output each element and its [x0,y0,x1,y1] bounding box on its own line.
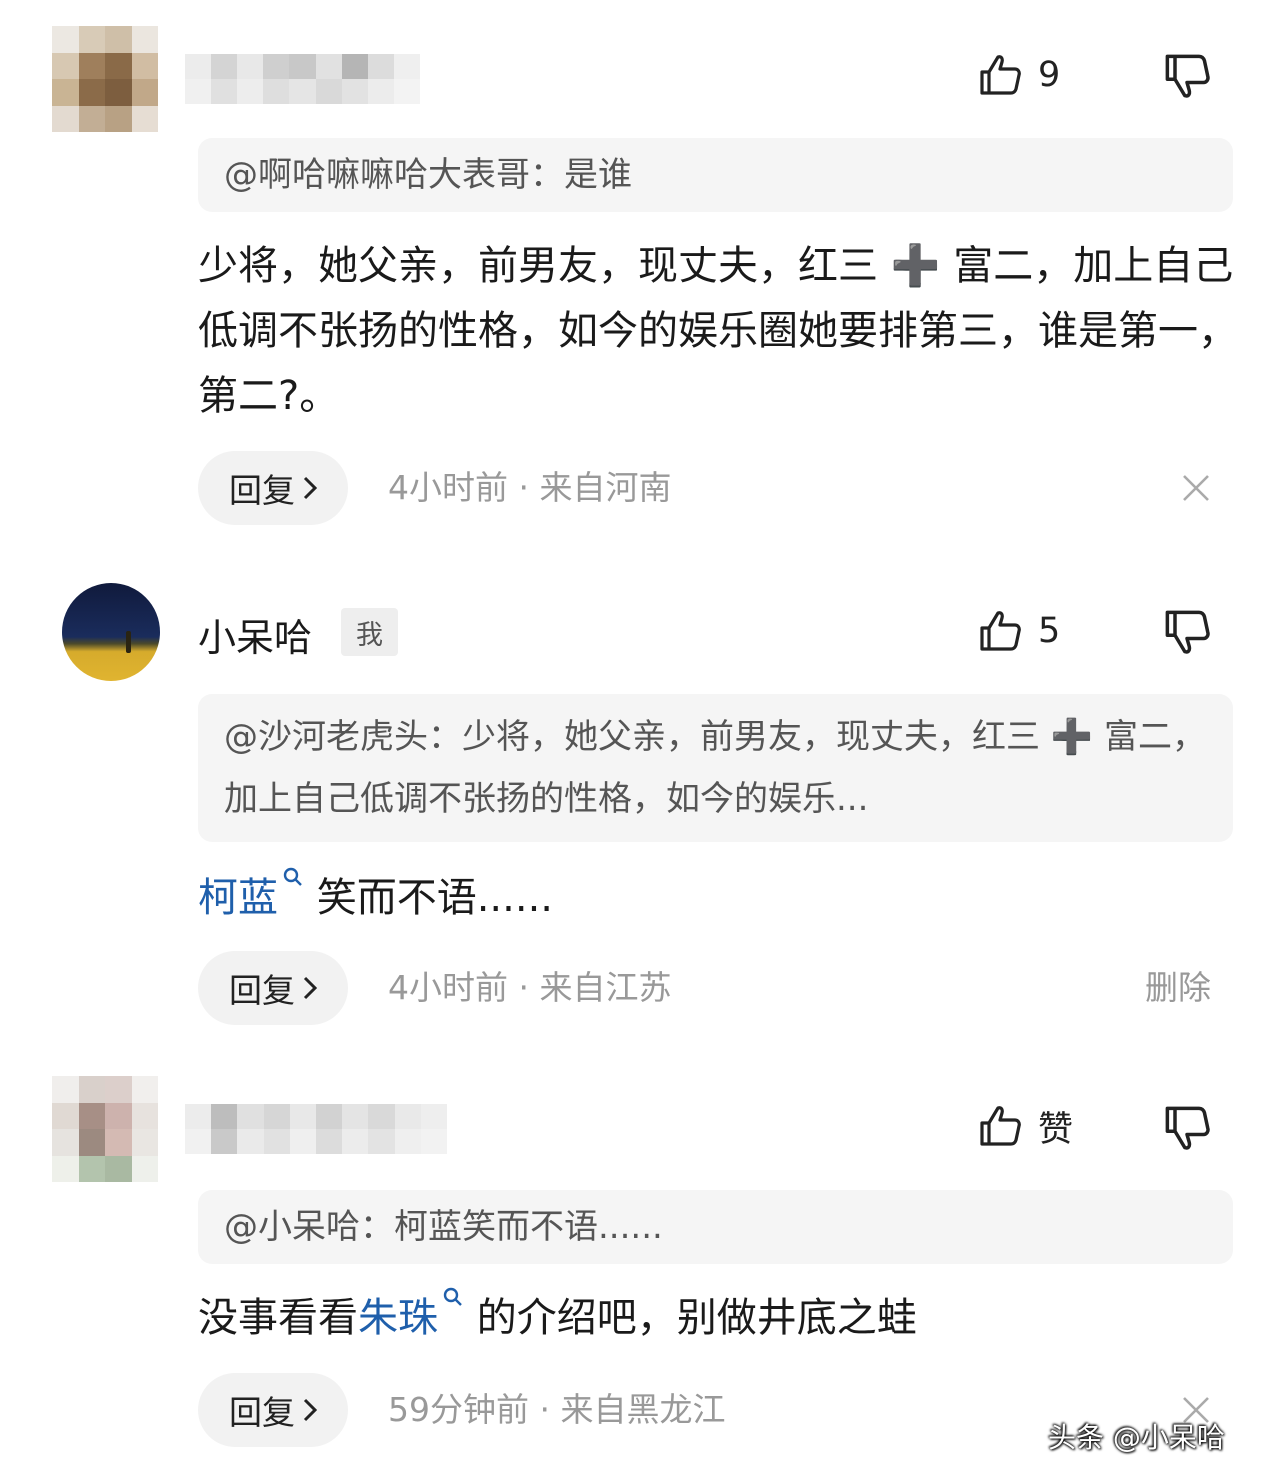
comment-meta: 59分钟前 · 来自黑龙江 [388,1390,726,1429]
quoted-comment[interactable]: @小呆哈：柯蓝笑而不语...... [198,1190,1233,1264]
delete-button[interactable]: 删除 [1145,951,1211,1025]
quoted-comment[interactable]: @啊哈嘛嘛哈大表哥：是谁 [198,138,1233,212]
like-button[interactable]: 赞 [978,1101,1073,1151]
close-icon[interactable] [1180,472,1212,504]
reply-label: 回复 [229,1393,295,1432]
thumb-up-icon [980,55,1021,95]
comment-body: 没事看看朱珠 的介绍吧，别做井底之蛙 [198,1286,1238,1351]
thumb-down-icon[interactable] [1163,52,1211,100]
reply-label: 回复 [229,471,295,510]
comment-meta: 4小时前 · 来自江苏 [388,968,672,1007]
me-badge: 我 [341,608,398,656]
comment-text: 笑而不语...... [316,875,554,921]
thumb-up-icon [980,611,1021,651]
like-button[interactable]: 5 [978,606,1060,656]
comment-text-pre: 没事看看 [198,1295,358,1341]
chevron-right-icon [303,476,317,500]
username-blurred[interactable] [185,1104,447,1154]
search-icon[interactable] [282,866,304,888]
like-count: 9 [1038,55,1061,95]
username[interactable]: 小呆哈 [198,607,312,662]
watermark: 头条 @小呆哈 [1048,1421,1225,1454]
thumb-down-icon[interactable] [1163,1104,1211,1152]
like-count: 5 [1038,611,1061,651]
like-button[interactable]: 9 [978,50,1060,100]
username-blurred[interactable] [185,54,420,104]
comment-body: 柯蓝 笑而不语...... [198,866,1238,931]
comment-body: 少将，她父亲，前男友，现丈夫，红三 ➕ 富二，加上自己低调不张扬的性格，如今的娱… [198,243,1238,419]
chevron-right-icon [303,976,317,1000]
keyword-link[interactable]: 柯蓝 [198,875,278,921]
quoted-comment[interactable]: @沙河老虎头：少将，她父亲，前男友，现丈夫，红三 ➕ 富二，加上自己低调不张扬的… [198,694,1233,842]
search-icon[interactable] [442,1286,464,1308]
avatar-blurred[interactable] [52,26,158,132]
keyword-link[interactable]: 朱珠 [358,1295,438,1341]
reply-button[interactable]: 回复 [198,1373,348,1447]
comment-meta: 4小时前 · 来自河南 [388,468,672,507]
thumb-down-icon[interactable] [1163,608,1211,656]
avatar[interactable] [62,583,160,681]
chevron-right-icon [303,1398,317,1422]
reply-button[interactable]: 回复 [198,951,348,1025]
avatar-blurred[interactable] [52,1076,158,1182]
thumb-up-icon [980,1106,1021,1146]
like-label: 赞 [1038,1109,1074,1150]
reply-label: 回复 [229,971,295,1010]
reply-button[interactable]: 回复 [198,451,348,525]
comment-text-post: 的介绍吧，别做井底之蛙 [476,1295,917,1341]
